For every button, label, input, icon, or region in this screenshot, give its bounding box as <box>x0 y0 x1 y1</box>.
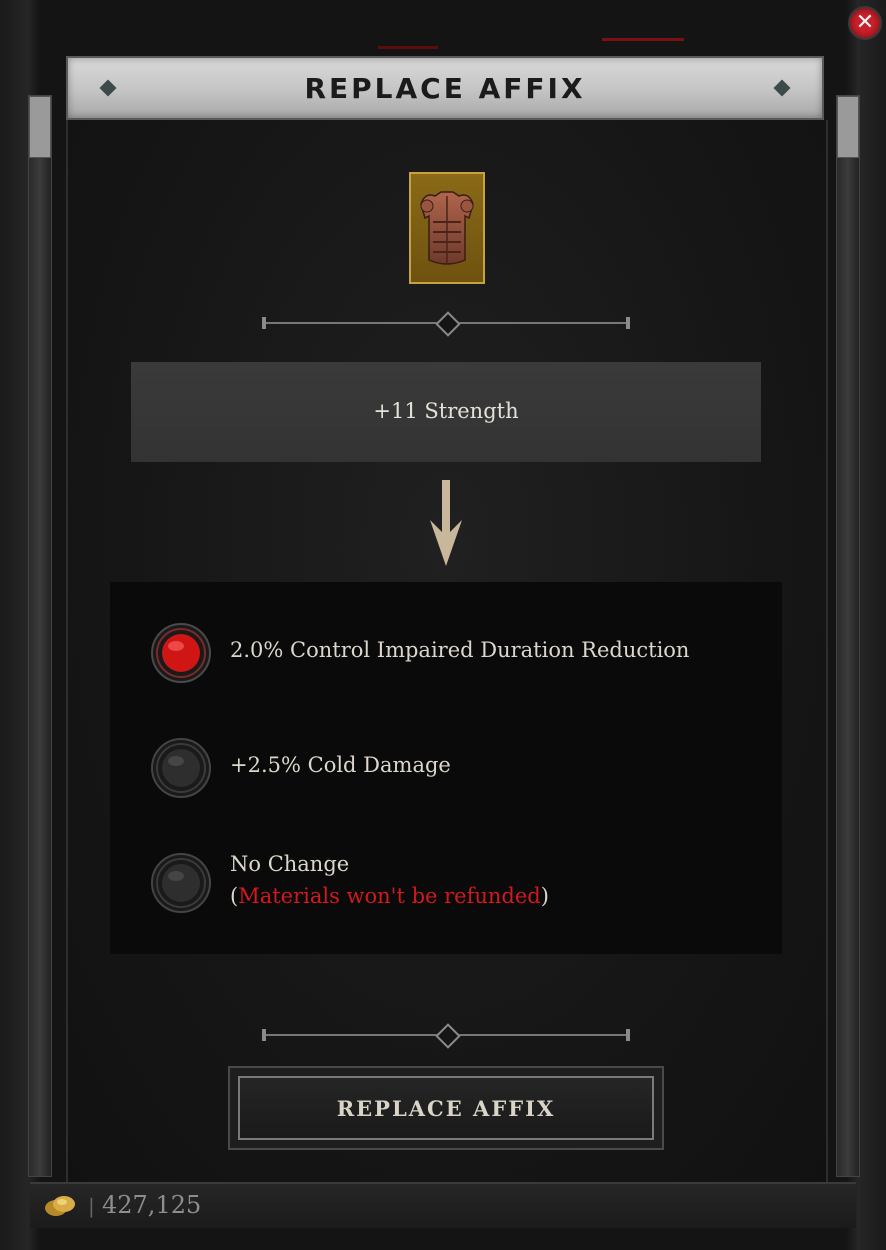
title-bar: REPLACE AFFIX <box>66 56 824 120</box>
current-affix: +11 Strength <box>131 362 761 462</box>
left-frame-rail <box>28 95 52 1177</box>
ornament-divider <box>262 1023 630 1049</box>
rail-cap <box>29 96 51 158</box>
affix-option[interactable]: 2.0% Control Impaired Duration Reduction <box>150 622 710 684</box>
frame-accent <box>378 46 438 49</box>
divider-end <box>262 317 266 329</box>
gold-amount: 427,125 <box>102 1191 202 1219</box>
arrow-down-icon <box>430 480 462 566</box>
frame-accent <box>602 38 684 41</box>
refund-warning-text: Materials won't be refunded <box>238 884 541 908</box>
ornament-divider <box>262 311 630 337</box>
rail-cap <box>837 96 859 158</box>
radio-selected-icon <box>151 623 211 683</box>
currency-separator: | <box>88 1194 95 1218</box>
divider-end <box>626 317 630 329</box>
radio-unselected-icon <box>151 738 211 798</box>
replace-affix-button-label: REPLACE AFFIX <box>238 1076 654 1140</box>
paren-close: ) <box>540 884 549 908</box>
close-icon: ✕ <box>855 10 875 35</box>
refund-warning: (Materials won't be refunded) <box>230 884 549 908</box>
right-frame-rail <box>836 95 860 1177</box>
item-slot[interactable] <box>409 172 485 284</box>
chest-armor-icon <box>420 191 474 265</box>
currency-bar: | 427,125 <box>30 1182 856 1228</box>
affix-option[interactable]: No Change (Materials won't be refunded) <box>150 852 710 918</box>
divider-end <box>626 1029 630 1041</box>
window-title: REPLACE AFFIX <box>304 72 586 105</box>
replace-affix-button[interactable]: REPLACE AFFIX <box>228 1066 664 1150</box>
affix-option[interactable]: +2.5% Cold Damage <box>150 737 710 799</box>
radio-unselected-icon <box>151 853 211 913</box>
paren-open: ( <box>230 884 239 908</box>
gold-icon <box>45 1196 75 1216</box>
affix-option-label: No Change <box>230 852 350 876</box>
close-button[interactable]: ✕ <box>848 6 882 40</box>
divider-end <box>262 1029 266 1041</box>
affix-option-label: +2.5% Cold Damage <box>230 753 451 777</box>
affix-option-label: 2.0% Control Impaired Duration Reduction <box>230 638 690 662</box>
